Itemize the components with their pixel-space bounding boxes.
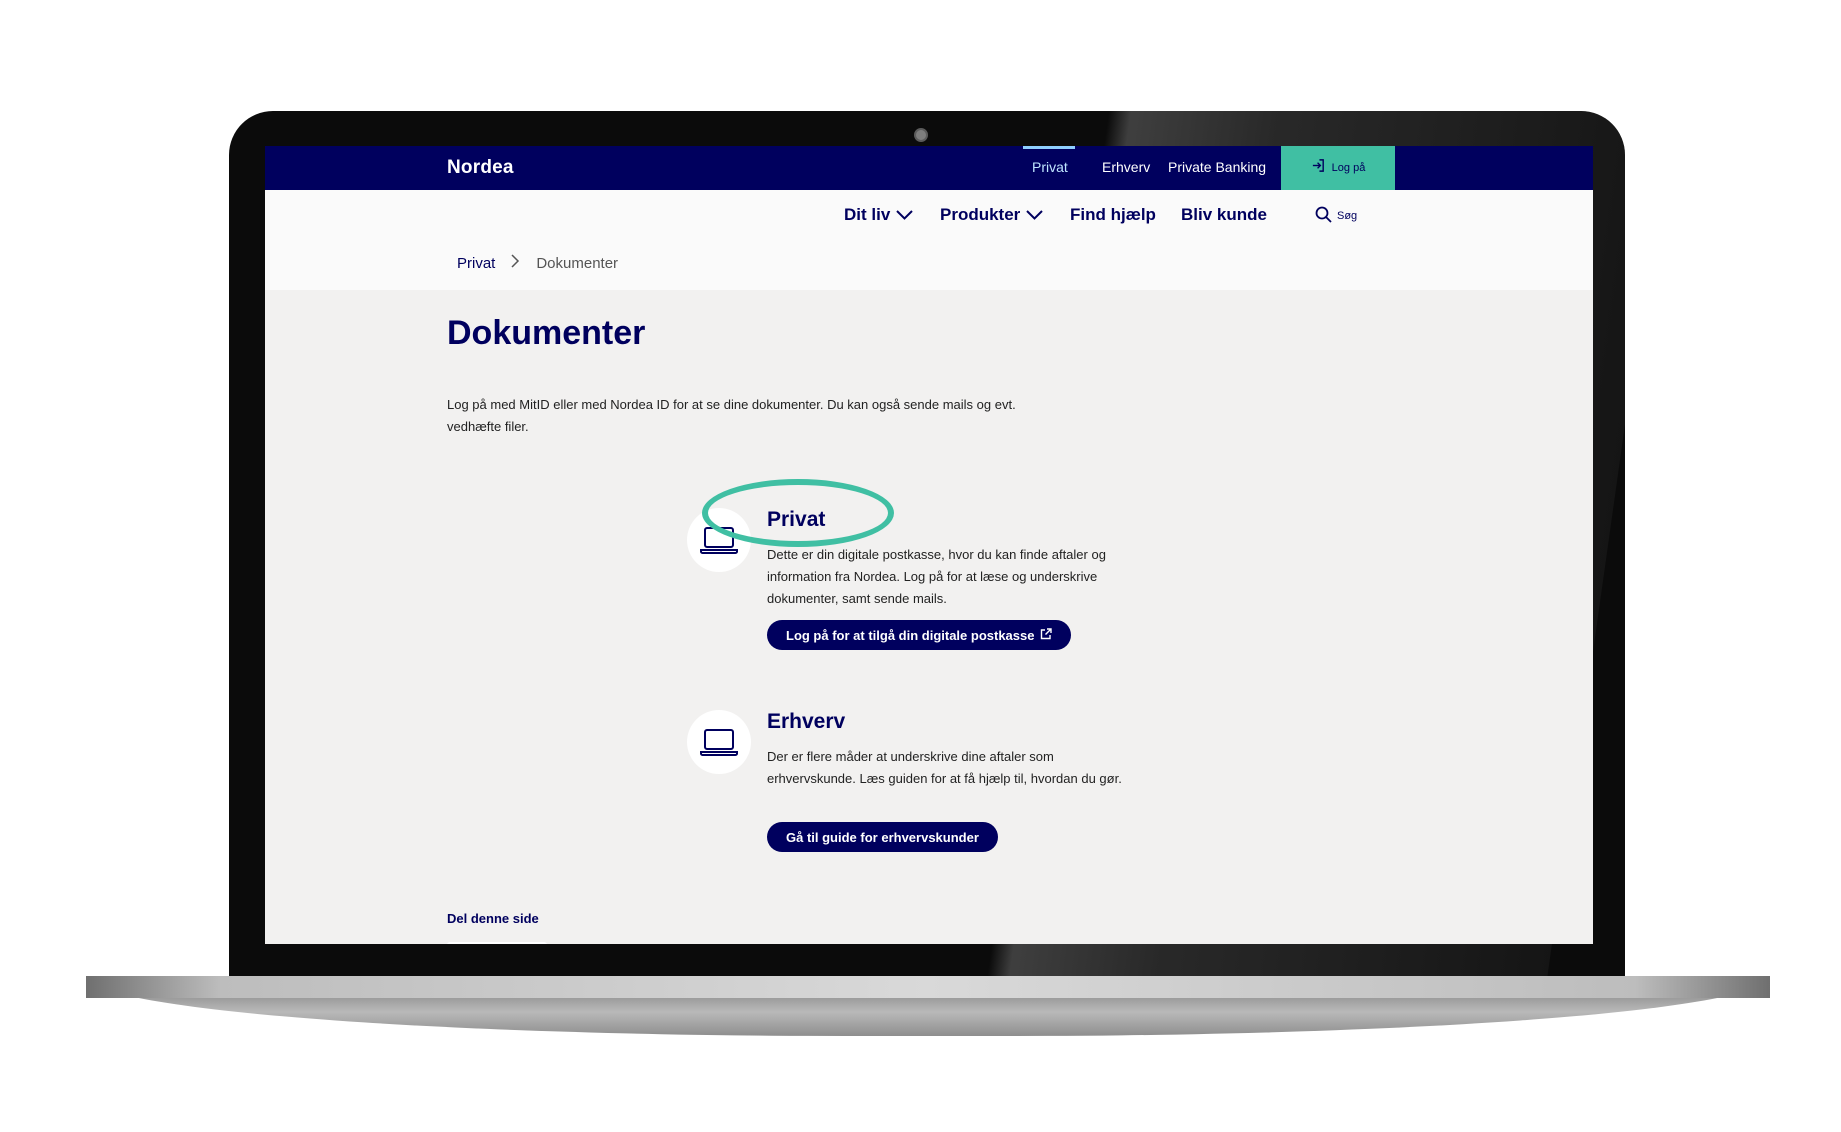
card-erhverv-text: Der er flere måder at underskrive dine a… [767,749,1122,786]
chevron-down-icon [1026,205,1044,225]
segment-erhverv[interactable]: Erhverv [1102,159,1150,175]
nav-produkter[interactable]: Produkter [940,205,1044,225]
nav-dit-liv-label: Dit liv [844,205,891,224]
breadcrumb-privat[interactable]: Privat [457,255,495,272]
search-label: Søg [1337,210,1358,222]
search-icon [1315,206,1332,226]
breadcrumb: Privat Dokumenter [457,254,618,272]
page-intro: Log på med MitID eller med Nordea ID for… [447,397,1016,434]
search-button[interactable]: Søg [1315,206,1357,226]
nav-dit-liv[interactable]: Dit liv [844,205,914,225]
nav-find-hjaelp-label: Find hjælp [1070,205,1156,224]
external-link-icon [1040,627,1053,643]
card-privat-text: Dette er din digitale postkasse, hvor du… [767,547,1106,606]
share-page-label: Del denne side [447,911,539,926]
nordea-logo[interactable]: Nordea [447,157,514,179]
camera-icon [914,128,928,142]
stage: Nordea Privat Erhverv Private Banking Lo… [0,0,1841,1132]
card-erhverv-title: Erhverv [767,710,846,733]
nav-produkter-label: Produkter [940,205,1021,224]
business-guide-label: Gå til guide for erhvervskunder [786,829,979,845]
login-icon [1311,158,1326,178]
main-navigation: Dit liv Produkter Find hjælp Bliv kunde [265,190,1593,290]
business-guide-button[interactable]: Gå til guide for erhvervskunder [767,822,998,852]
digital-postbox-login-button[interactable]: Log på for at tilgå din digitale postkas… [767,620,1072,650]
segment-privat[interactable]: Privat [1032,159,1068,175]
segment-private-banking[interactable]: Private Banking [1168,159,1266,175]
page-title: Dokumenter [447,314,646,352]
digital-postbox-login-label: Log på for at tilgå din digitale postkas… [786,627,1035,643]
chevron-down-icon [896,205,914,225]
nav-find-hjaelp[interactable]: Find hjælp [1070,205,1156,225]
share-divider [447,942,547,944]
top-bar: Nordea Privat Erhverv Private Banking Lo… [265,146,1593,190]
highlight-circle [702,479,894,547]
active-tab-indicator [1023,146,1075,149]
nav-bliv-kunde[interactable]: Bliv kunde [1181,205,1267,225]
breadcrumb-current: Dokumenter [536,254,619,272]
chevron-right-icon [511,254,520,272]
nav-bliv-kunde-label: Bliv kunde [1181,205,1267,224]
login-label: Log på [1331,162,1366,174]
login-button[interactable]: Log på [1281,146,1395,190]
laptop-icon [687,710,751,774]
browser-screen: Nordea Privat Erhverv Private Banking Lo… [265,146,1593,944]
laptop-base-edge [86,976,1770,998]
